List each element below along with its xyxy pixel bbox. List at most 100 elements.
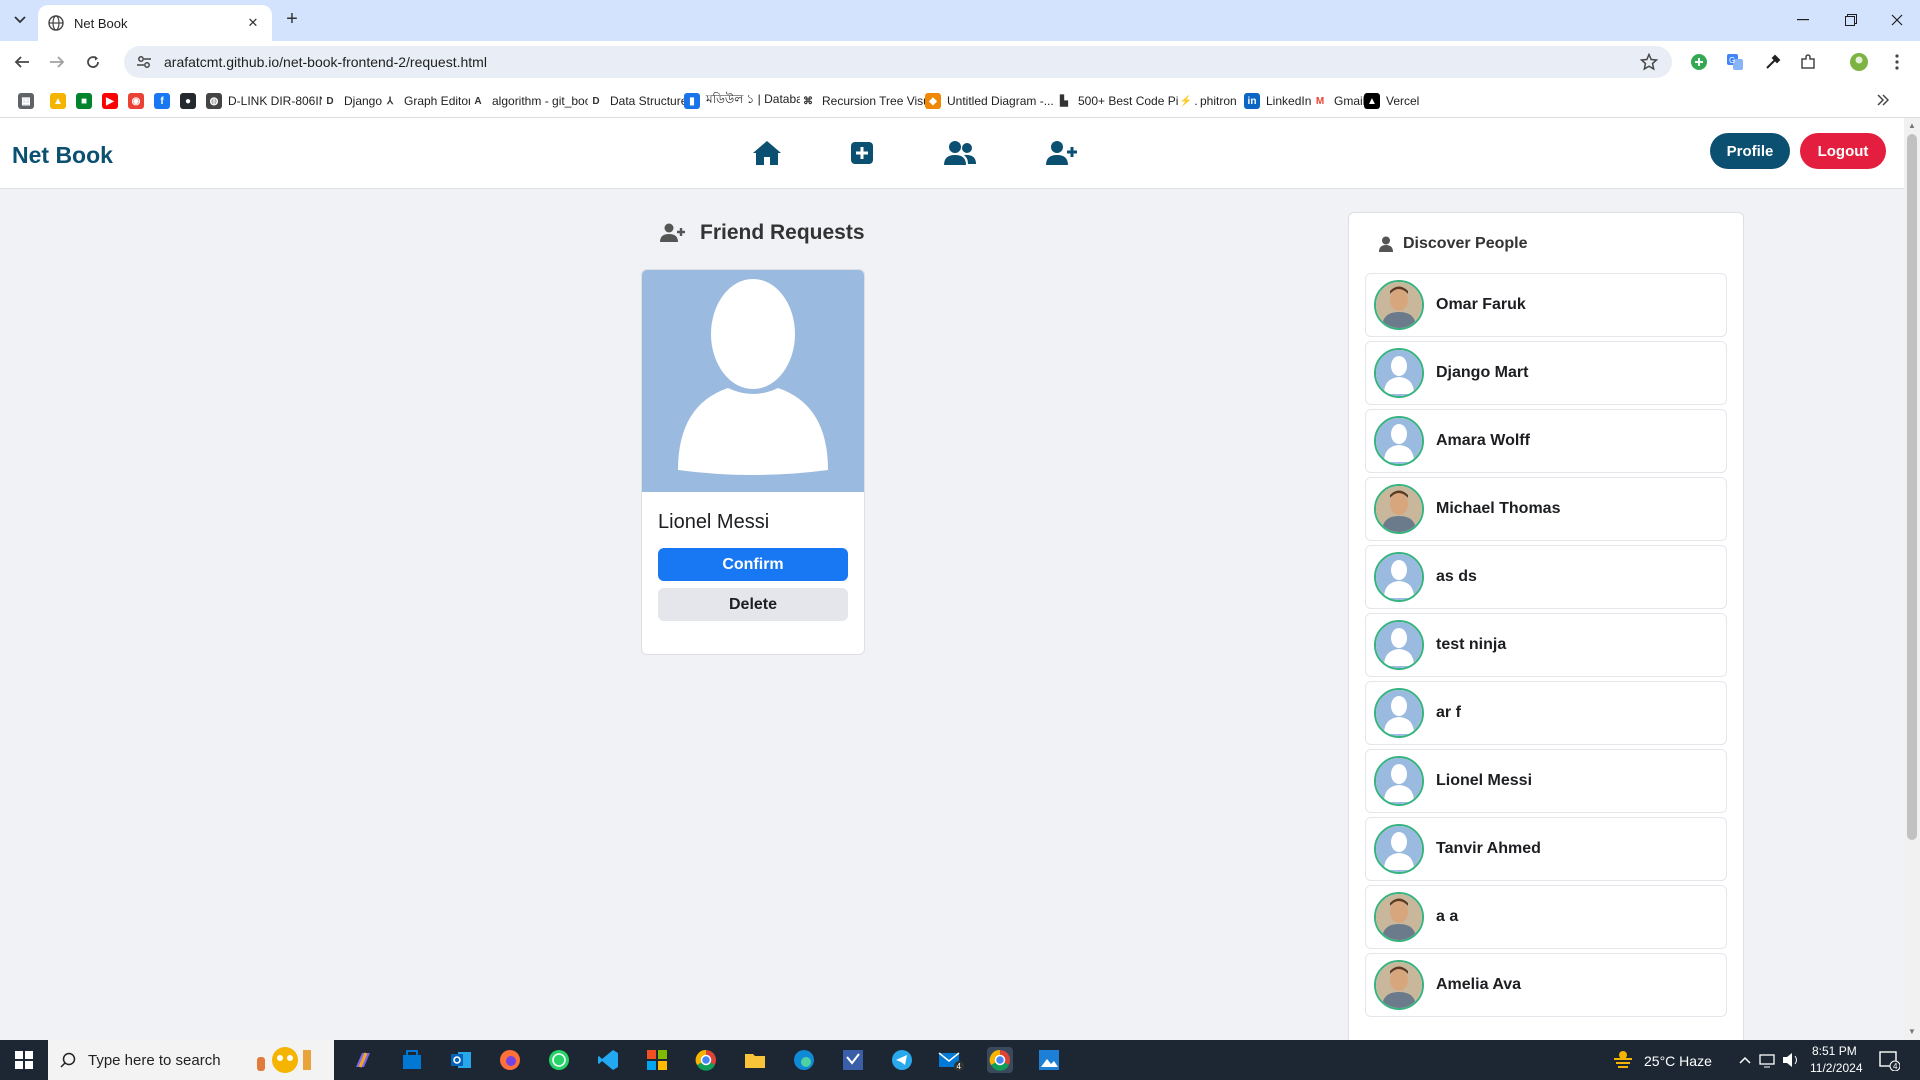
avatar[interactable] [1374, 484, 1424, 534]
reload-button[interactable] [80, 49, 106, 75]
discover-person-name[interactable]: Michael Thomas [1436, 500, 1560, 518]
discover-person-name[interactable]: ar f [1436, 704, 1461, 722]
bookmark-item[interactable]: in LinkedIn [1244, 91, 1311, 111]
bookmark-item[interactable]: M Gmail [1312, 91, 1365, 111]
file-explorer-icon[interactable] [742, 1047, 768, 1073]
bookmark-item[interactable]: ■ [76, 91, 98, 111]
discover-person-item[interactable]: ar f [1365, 681, 1727, 745]
start-button[interactable] [0, 1040, 48, 1080]
translate-icon[interactable]: G [1724, 51, 1746, 73]
bookmark-item[interactable]: ▙ 500+ Best Code Pict... [1056, 91, 1198, 111]
discover-person-item[interactable]: Amelia Ava [1365, 953, 1727, 1017]
bookmark-item[interactable]: ⚡ phitron [1178, 91, 1237, 111]
bookmark-item[interactable]: f [154, 91, 176, 111]
site-settings-icon[interactable] [136, 54, 152, 70]
confirm-button[interactable]: Confirm [658, 548, 848, 581]
discover-person-item[interactable]: Michael Thomas [1365, 477, 1727, 541]
bookmark-item[interactable]: ▦ [18, 91, 40, 111]
avatar[interactable] [1374, 620, 1424, 670]
discover-person-item[interactable]: Tanvir Ahmed [1365, 817, 1727, 881]
more-bookmarks-icon[interactable] [1872, 89, 1894, 111]
telegram-icon[interactable] [889, 1047, 915, 1073]
chrome-icon[interactable] [693, 1047, 719, 1073]
profile-button[interactable]: Profile [1710, 133, 1790, 169]
discover-person-name[interactable]: Django Mart [1436, 364, 1528, 382]
discover-person-item[interactable]: as ds [1365, 545, 1727, 609]
back-button[interactable] [9, 49, 35, 75]
avatar[interactable] [1374, 824, 1424, 874]
bookmark-item[interactable]: ● [180, 91, 202, 111]
mail-icon[interactable]: 4 [938, 1047, 964, 1073]
avatar[interactable] [1374, 688, 1424, 738]
browser-tab-active[interactable]: Net Book ✕ [38, 5, 272, 41]
edge-icon[interactable] [791, 1047, 817, 1073]
restore-button[interactable] [1828, 0, 1874, 40]
new-tab-button[interactable]: + [282, 9, 302, 30]
close-tab-icon[interactable]: ✕ [244, 14, 262, 32]
bookmark-item[interactable]: ▲ [50, 91, 72, 111]
store-icon[interactable] [399, 1047, 425, 1073]
avatar[interactable] [1374, 348, 1424, 398]
bookmark-item[interactable]: Aalgorithm - git_book [470, 91, 597, 111]
notifications-icon[interactable]: 4 [1876, 1047, 1902, 1073]
bookmark-item[interactable]: ⌘ Recursion Tree Visu... [800, 91, 940, 111]
discover-person-item[interactable]: a a [1365, 885, 1727, 949]
scroll-up-icon[interactable]: ▲ [1907, 121, 1917, 131]
bookmark-item[interactable]: ⅄ Graph Editor [382, 91, 472, 111]
bookmark-item[interactable]: ▶ [102, 91, 124, 111]
bookmark-item[interactable]: D Django [322, 91, 382, 111]
forward-button[interactable] [44, 49, 70, 75]
firefox-icon[interactable] [497, 1047, 523, 1073]
volume-icon[interactable] [1778, 1047, 1804, 1073]
discover-person-name[interactable]: Amara Wolff [1436, 432, 1530, 450]
avatar[interactable] [1374, 416, 1424, 466]
bookmark-item[interactable]: ◉ [128, 91, 150, 111]
discover-person-name[interactable]: Tanvir Ahmed [1436, 840, 1541, 858]
photos-icon[interactable] [1036, 1047, 1062, 1073]
clock-time[interactable]: 8:51 PM [1812, 1044, 1857, 1058]
minimize-button[interactable] [1780, 0, 1826, 40]
discover-person-item[interactable]: Omar Faruk [1365, 273, 1727, 337]
discover-person-item[interactable]: Lionel Messi [1365, 749, 1727, 813]
page-scrollbar[interactable]: ▲ ▼ [1904, 118, 1920, 1040]
profile-avatar-icon[interactable] [1848, 51, 1870, 73]
bookmark-item[interactable]: ◍ D-LINK DIR-806IN [206, 91, 327, 111]
discover-person-name[interactable]: Omar Faruk [1436, 296, 1526, 314]
logout-button[interactable]: Logout [1800, 133, 1886, 169]
nav-friends[interactable] [943, 138, 977, 168]
scroll-thumb[interactable] [1907, 134, 1917, 840]
request-name[interactable]: Lionel Messi [658, 511, 769, 534]
taskbar-search[interactable]: Type here to search [48, 1040, 334, 1080]
bookmark-star-icon[interactable] [1638, 51, 1660, 73]
weather-text[interactable]: 25°C Haze [1644, 1053, 1712, 1069]
bookmark-item[interactable]: D Data Structure [588, 91, 687, 111]
brand-logo[interactable]: Net Book [12, 142, 113, 169]
avatar[interactable] [1374, 892, 1424, 942]
discover-person-item[interactable]: Amara Wolff [1365, 409, 1727, 473]
whatsapp-icon[interactable] [546, 1047, 572, 1073]
clock-date[interactable]: 11/2/2024 [1810, 1061, 1863, 1075]
discover-person-name[interactable]: test ninja [1436, 636, 1506, 654]
outlook-icon[interactable] [448, 1047, 474, 1073]
avatar[interactable] [1374, 756, 1424, 806]
copilot-icon[interactable] [350, 1047, 376, 1073]
nav-friend-requests[interactable] [1045, 138, 1079, 168]
address-bar[interactable]: arafatcmt.github.io/net-book-frontend-2/… [124, 46, 1672, 78]
scroll-down-icon[interactable]: ▼ [1907, 1027, 1917, 1037]
extensions-puzzle-icon[interactable] [1797, 51, 1819, 73]
nav-home[interactable] [750, 138, 784, 168]
menu-kebab-icon[interactable] [1886, 51, 1908, 73]
visual-studio-icon[interactable] [840, 1047, 866, 1073]
nav-create-post[interactable] [845, 138, 879, 168]
discover-person-name[interactable]: as ds [1436, 568, 1477, 586]
avatar[interactable] [1374, 552, 1424, 602]
eyedropper-icon[interactable] [1762, 51, 1784, 73]
chrome-active-icon[interactable] [987, 1047, 1013, 1073]
discover-person-name[interactable]: Lionel Messi [1436, 772, 1532, 790]
tab-search-button[interactable] [8, 8, 32, 32]
avatar[interactable] [1374, 280, 1424, 330]
app-grid-icon[interactable] [644, 1047, 670, 1073]
bookmark-item[interactable]: ▲ Vercel [1364, 91, 1419, 111]
extension-plus-icon[interactable] [1688, 51, 1710, 73]
close-window-button[interactable] [1874, 0, 1920, 40]
